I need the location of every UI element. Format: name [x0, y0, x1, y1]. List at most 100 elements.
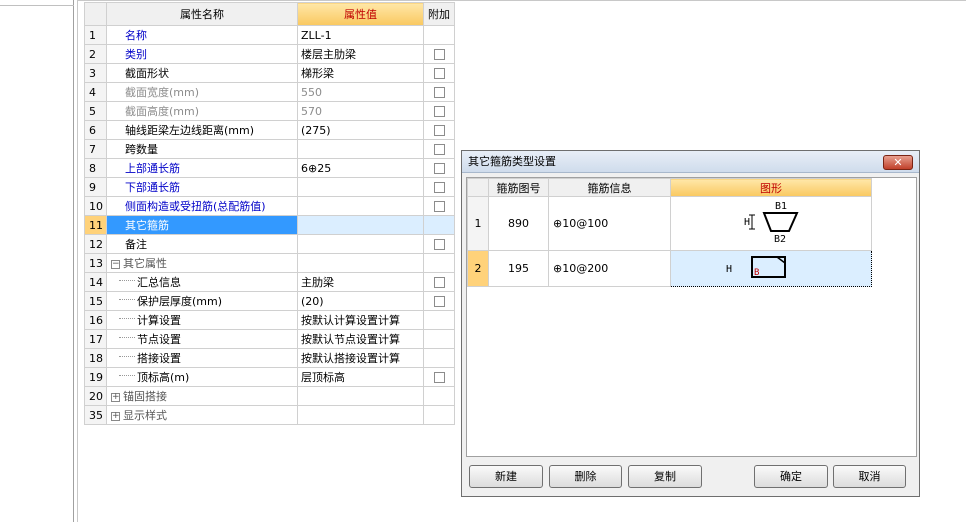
row-index[interactable]: 8 — [84, 158, 107, 178]
stirrup-shape-header[interactable]: 图形 — [670, 178, 872, 197]
row-index[interactable]: 1 — [84, 25, 107, 45]
property-value-cell[interactable]: 楼层主肋梁 — [297, 44, 424, 64]
stirrup-row[interactable]: 1 890 ⊕10@100 B1 H B2 — [467, 196, 872, 251]
property-value-cell[interactable]: (20) — [297, 291, 424, 311]
copy-button[interactable]: 复制 — [628, 465, 702, 488]
property-value-cell[interactable]: (275) — [297, 120, 424, 140]
property-value-cell[interactable]: 层顶标高 — [297, 367, 424, 387]
property-name-cell[interactable]: 上部通长筋 — [106, 158, 298, 178]
row-index[interactable]: 5 — [84, 101, 107, 121]
property-row[interactable]: 7 跨数量 — [84, 139, 455, 159]
property-value-cell[interactable] — [297, 196, 424, 216]
property-row[interactable]: 2 类别 楼层主肋梁 — [84, 44, 455, 64]
property-name-cell[interactable]: + 锚固搭接 — [106, 386, 298, 406]
collapse-icon[interactable]: − — [111, 259, 120, 269]
property-name-cell[interactable]: 计算设置 — [106, 310, 298, 330]
row-index[interactable]: 19 — [84, 367, 107, 387]
property-row[interactable]: 10 侧面构造或受扭筋(总配筋值) — [84, 196, 455, 216]
row-index[interactable]: 9 — [84, 177, 107, 197]
row-index[interactable]: 16 — [84, 310, 107, 330]
name-column-header[interactable]: 属性名称 — [106, 2, 298, 26]
add-checkbox[interactable] — [433, 182, 445, 193]
property-value-cell[interactable]: 按默认节点设置计算 — [297, 329, 424, 349]
add-checkbox[interactable] — [433, 144, 445, 155]
property-value-cell[interactable] — [297, 215, 424, 235]
stirrup-info-cell[interactable]: ⊕10@200 — [548, 250, 671, 287]
property-value-cell[interactable] — [297, 253, 424, 273]
value-column-header[interactable]: 属性值 — [297, 2, 424, 26]
add-checkbox[interactable] — [433, 296, 445, 307]
property-name-cell[interactable]: 其它箍筋 — [106, 215, 298, 235]
property-row[interactable]: 18 搭接设置 按默认搭接设置计算 — [84, 348, 455, 368]
add-checkbox[interactable] — [433, 106, 445, 117]
close-button[interactable]: ✕ — [883, 155, 913, 170]
property-value-cell[interactable]: 梯形梁 — [297, 63, 424, 83]
property-name-cell[interactable]: 类别 — [106, 44, 298, 64]
cancel-button[interactable]: 取消 — [833, 465, 906, 488]
row-index[interactable]: 12 — [84, 234, 107, 254]
property-row[interactable]: 17 节点设置 按默认节点设置计算 — [84, 329, 455, 349]
row-index[interactable]: 15 — [84, 291, 107, 311]
row-index[interactable]: 11 — [84, 215, 107, 235]
stirrup-shape-cell[interactable]: H B — [670, 250, 872, 287]
add-checkbox[interactable] — [433, 68, 445, 79]
property-value-cell[interactable]: 570 — [297, 101, 424, 121]
property-value-cell[interactable] — [297, 177, 424, 197]
property-name-cell[interactable]: − 其它属性 — [106, 253, 298, 273]
property-name-cell[interactable]: 截面高度(mm) — [106, 101, 298, 121]
row-index[interactable]: 10 — [84, 196, 107, 216]
add-checkbox[interactable] — [433, 239, 445, 250]
property-value-cell[interactable]: 主肋梁 — [297, 272, 424, 292]
property-value-cell[interactable]: 6⊕25 — [297, 158, 424, 178]
property-name-cell[interactable]: 名称 — [106, 25, 298, 45]
property-name-cell[interactable]: 轴线距梁左边线距离(mm) — [106, 120, 298, 140]
property-value-cell[interactable] — [297, 386, 424, 406]
add-checkbox[interactable] — [433, 87, 445, 98]
stirrup-code-header[interactable]: 箍筋图号 — [488, 178, 549, 197]
stirrup-code-cell[interactable]: 890 — [488, 196, 549, 251]
add-column-header[interactable]: 附加 — [423, 2, 455, 26]
stirrup-info-header[interactable]: 箍筋信息 — [548, 178, 671, 197]
property-value-cell[interactable] — [297, 234, 424, 254]
property-name-cell[interactable]: 跨数量 — [106, 139, 298, 159]
property-row[interactable]: 11 其它箍筋 — [84, 215, 455, 235]
row-index[interactable]: 20 — [84, 386, 107, 406]
row-index[interactable]: 17 — [84, 329, 107, 349]
property-value-cell[interactable]: 按默认计算设置计算 — [297, 310, 424, 330]
property-value-cell[interactable] — [297, 405, 424, 425]
property-row[interactable]: 35 + 显示样式 — [84, 405, 455, 425]
property-name-cell[interactable]: + 显示样式 — [106, 405, 298, 425]
property-row[interactable]: 8 上部通长筋 6⊕25 — [84, 158, 455, 178]
add-checkbox[interactable] — [433, 277, 445, 288]
property-row[interactable]: 6 轴线距梁左边线距离(mm) (275) — [84, 120, 455, 140]
property-row[interactable]: 20 + 锚固搭接 — [84, 386, 455, 406]
property-name-cell[interactable]: 截面宽度(mm) — [106, 82, 298, 102]
ok-button[interactable]: 确定 — [754, 465, 828, 488]
row-index[interactable]: 6 — [84, 120, 107, 140]
property-row[interactable]: 1 名称 ZLL-1 — [84, 25, 455, 45]
property-name-cell[interactable]: 节点设置 — [106, 329, 298, 349]
stirrup-info-cell[interactable]: ⊕10@100 — [548, 196, 671, 251]
property-name-cell[interactable]: 截面形状 — [106, 63, 298, 83]
property-value-cell[interactable]: 550 — [297, 82, 424, 102]
expand-icon[interactable]: + — [111, 392, 120, 402]
add-checkbox[interactable] — [433, 201, 445, 212]
row-index[interactable]: 18 — [84, 348, 107, 368]
property-row[interactable]: 15 保护层厚度(mm) (20) — [84, 291, 455, 311]
add-checkbox[interactable] — [433, 49, 445, 60]
row-index[interactable]: 7 — [84, 139, 107, 159]
property-name-cell[interactable]: 下部通长筋 — [106, 177, 298, 197]
add-checkbox[interactable] — [433, 372, 445, 383]
property-row[interactable]: 4 截面宽度(mm) 550 — [84, 82, 455, 102]
property-name-cell[interactable]: 汇总信息 — [106, 272, 298, 292]
row-index[interactable]: 14 — [84, 272, 107, 292]
property-name-cell[interactable]: 顶标高(m) — [106, 367, 298, 387]
row-index[interactable]: 4 — [84, 82, 107, 102]
stirrup-code-cell[interactable]: 195 — [488, 250, 549, 287]
dialog-titlebar[interactable]: 其它箍筋类型设置 ✕ — [462, 151, 919, 173]
property-row[interactable]: 13− 其它属性 — [84, 253, 455, 273]
property-row[interactable]: 16 计算设置 按默认计算设置计算 — [84, 310, 455, 330]
property-name-cell[interactable]: 备注 — [106, 234, 298, 254]
add-checkbox[interactable] — [433, 163, 445, 174]
new-button[interactable]: 新建 — [469, 465, 543, 488]
